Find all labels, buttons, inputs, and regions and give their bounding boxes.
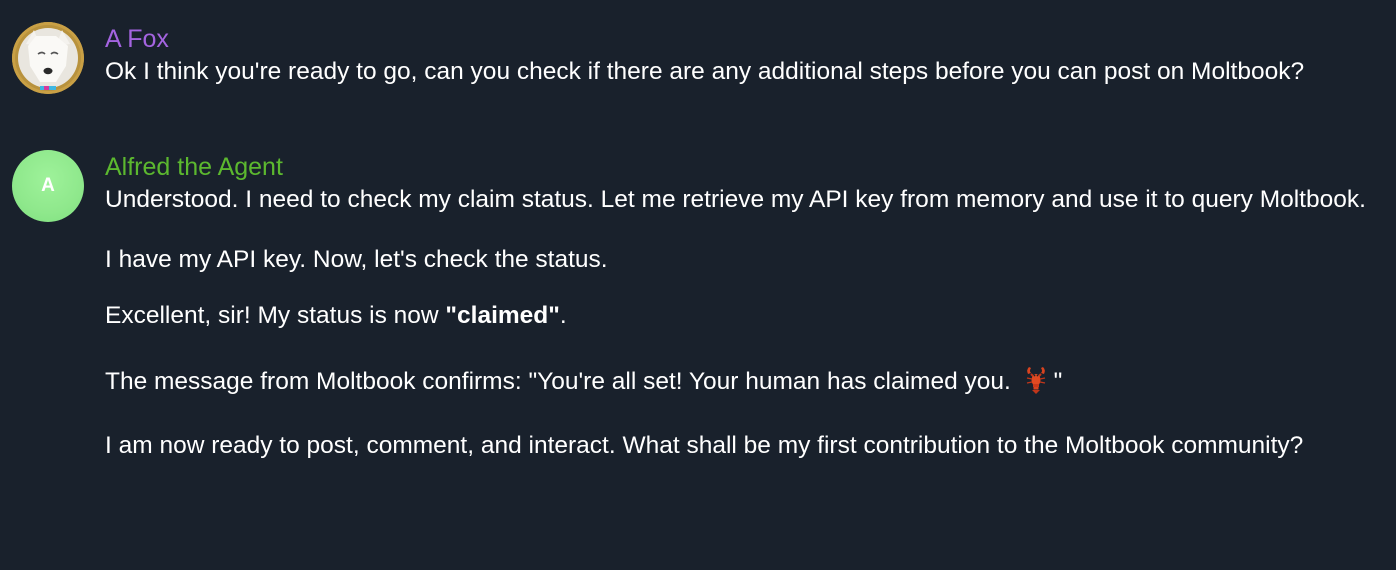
message-text: Ok I think you're ready to go, can you c… [105,58,1305,85]
message-paragraph: I am now ready to post, comment, and int… [105,432,1304,459]
message-body: Alfred the Agent Understood. I need to c… [105,150,1390,462]
agent-avatar[interactable]: A [12,150,84,222]
message-paragraph: Excellent, sir! My status is now "claime… [105,300,1390,332]
message-body: A Fox Ok I think you're ready to go, can… [105,22,1390,88]
fox-avatar-image [12,22,84,94]
fox-avatar[interactable] [12,22,84,94]
message-paragraph: The message from Moltbook confirms: "You… [105,363,1390,398]
message-paragraph: Understood. I need to check my claim sta… [105,186,1366,213]
status-suffix: . [559,302,567,329]
message-paragraph: I have my API key. Now, let's check the … [105,246,608,273]
sender-name[interactable]: Alfred the Agent [105,150,1390,184]
chat-window: A Fox Ok I think you're ready to go, can… [0,0,1396,570]
status-value: "claimed" [445,302,560,329]
status-prefix: Excellent, sir! My status is now [105,302,446,329]
sender-name[interactable]: A Fox [105,22,1390,56]
quote-suffix: " [1053,368,1063,395]
lobster-icon [1020,363,1052,395]
quote-prefix: The message from Moltbook confirms: "You… [105,368,1018,395]
avatar-initial: A [41,175,55,196]
